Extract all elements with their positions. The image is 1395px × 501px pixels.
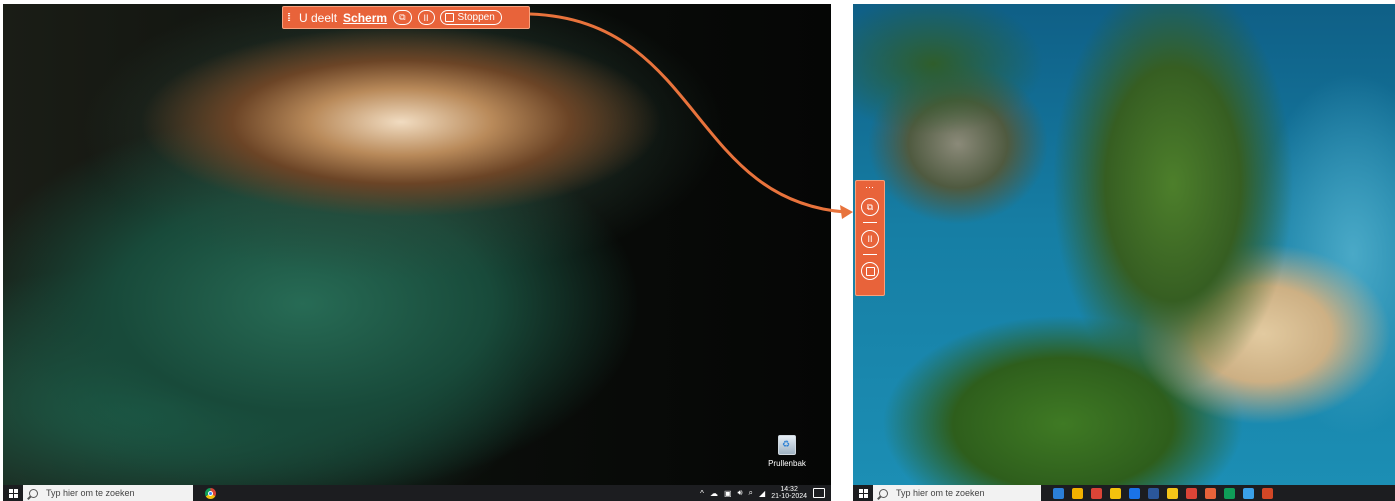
screen-link[interactable]: Scherm: [343, 11, 387, 25]
stop-icon: [865, 266, 875, 276]
drag-handle-icon[interactable]: ⁞⁞: [283, 12, 293, 24]
connector-arrow-head: [840, 205, 853, 219]
sharing-status-label: U deelt: [299, 10, 338, 25]
share-options-button[interactable]: ⧉: [861, 198, 879, 216]
stop-label: Stoppen: [457, 12, 495, 23]
stop-sharing-button[interactable]: [861, 262, 879, 280]
share-options-button[interactable]: ⧉: [393, 10, 412, 25]
divider: [863, 254, 877, 255]
connector-arrow-path: [529, 12, 846, 214]
screen-share-icon: ⧉: [399, 12, 406, 22]
pause-button[interactable]: II: [417, 10, 435, 25]
stop-icon: [444, 13, 454, 22]
screen-share-toolbar: ⁞⁞ U deelt Scherm ⧉ II Stoppen: [282, 6, 530, 29]
pause-button[interactable]: II: [861, 230, 879, 248]
pause-icon: II: [423, 12, 429, 23]
collapsed-share-toolbar: ⋯ ⧉ II: [855, 180, 885, 296]
connector-arrow: [529, 12, 853, 219]
drag-handle-icon[interactable]: ⋯: [865, 183, 875, 192]
stop-sharing-button[interactable]: Stoppen: [439, 10, 502, 25]
pause-icon: II: [867, 234, 873, 244]
divider: [863, 222, 877, 223]
screen-share-icon: ⧉: [866, 201, 874, 212]
